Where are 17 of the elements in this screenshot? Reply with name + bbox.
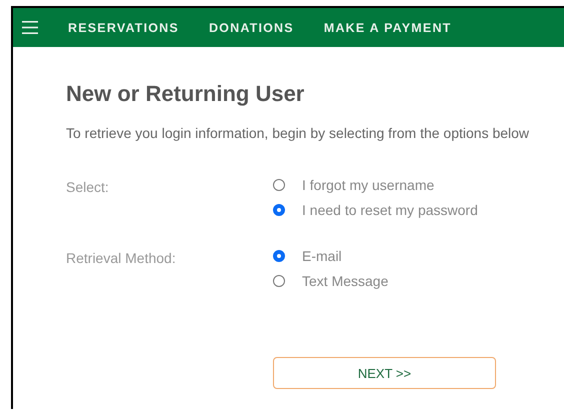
radio-button[interactable] bbox=[273, 275, 285, 287]
option-label[interactable]: E-mail bbox=[302, 248, 342, 264]
option-label[interactable]: Text Message bbox=[302, 273, 388, 289]
radio-button[interactable] bbox=[273, 204, 285, 216]
nav-link[interactable]: MAKE A PAYMENT bbox=[324, 20, 452, 34]
field-label: Select: bbox=[66, 178, 110, 197]
nav-link[interactable]: DONATIONS bbox=[208, 20, 294, 34]
page-heading: New or Returning User bbox=[66, 81, 306, 107]
radio-button[interactable] bbox=[273, 179, 285, 191]
option-label[interactable]: I forgot my username bbox=[302, 177, 434, 193]
radio-button[interactable] bbox=[273, 250, 285, 262]
intro-text: To retrieve you login information, begin by selecting from the options below bbox=[66, 125, 530, 141]
option-label[interactable]: I need to reset my password bbox=[302, 202, 478, 218]
menu-icon[interactable] bbox=[22, 21, 38, 34]
field-label: Retrieval Method: bbox=[66, 249, 177, 268]
next-button[interactable]: NEXT >> bbox=[273, 357, 496, 389]
nav-link[interactable]: RESERVATIONS bbox=[68, 20, 179, 34]
